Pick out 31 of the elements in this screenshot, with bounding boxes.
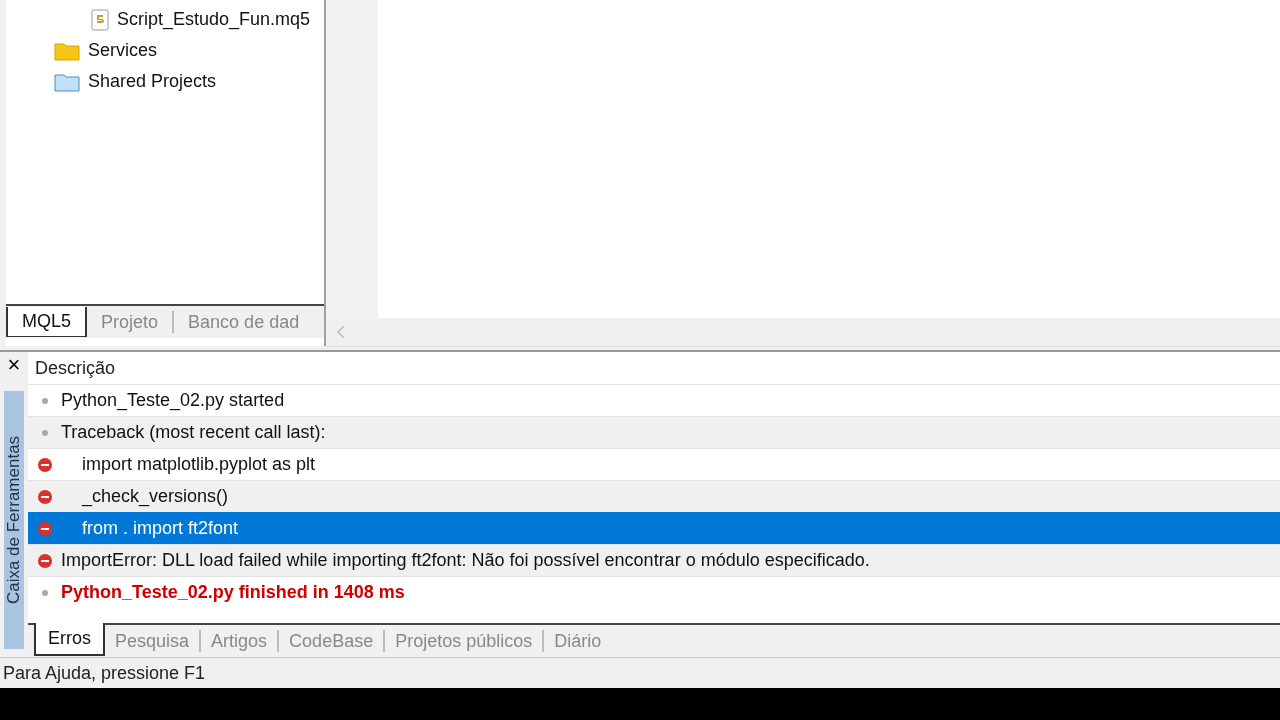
error-icon	[37, 553, 52, 568]
folder-icon	[54, 71, 80, 92]
log-message: Traceback (most recent call last):	[61, 422, 326, 443]
scroll-left-icon[interactable]	[336, 325, 346, 339]
bullet-icon	[41, 589, 48, 596]
status-text: Para Ajuda, pressione F1	[3, 662, 206, 684]
panel-tab[interactable]: MQL5	[6, 307, 88, 337]
error-icon	[37, 521, 52, 536]
log-row[interactable]: from . import ft2font	[28, 512, 1280, 544]
log-message: import matplotlib.pyplot as plt	[81, 454, 316, 475]
log-row[interactable]: _check_versions()	[28, 480, 1280, 512]
script-file-icon	[91, 8, 109, 31]
column-header: Descrição	[34, 356, 117, 380]
tree-item[interactable]: Shared Projects	[88, 71, 217, 92]
bullet-icon	[41, 429, 48, 436]
toolbox-tab[interactable]: Erros	[34, 622, 105, 656]
tree-item[interactable]: Script_Estudo_Fun.mq5	[117, 9, 311, 30]
log-message: Python_Teste_02.py started	[61, 390, 285, 411]
log-row[interactable]: Traceback (most recent call last):	[28, 416, 1280, 448]
bullet-icon	[41, 397, 48, 404]
log-message: from . import ft2font	[81, 518, 239, 539]
folder-icon	[54, 40, 80, 61]
log-message: _check_versions()	[80, 486, 229, 507]
error-icon	[37, 457, 52, 472]
close-button[interactable]: ×	[7, 354, 21, 376]
vertical-tab[interactable]: Caixa de Ferramentas	[4, 391, 24, 649]
error-icon	[37, 489, 52, 504]
log-row[interactable]: ImportError: DLL load failed while importing ft2font: Não foi possível encontrar o módulo especificado.	[28, 544, 1280, 576]
log-message: ImportError: DLL load failed while importing ft2font: Não foi possível encontrar o módulo especificado.	[61, 550, 870, 571]
tree-item[interactable]: Services	[88, 40, 158, 61]
log-message: Python_Teste_02.py finished in 1408 ms	[61, 582, 405, 603]
